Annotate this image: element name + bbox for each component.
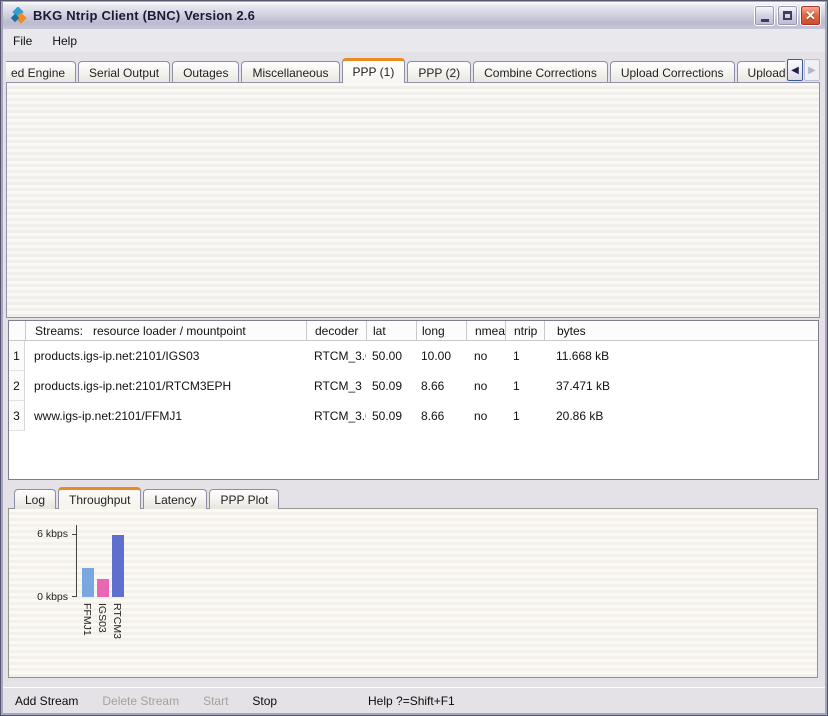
- tab-ppp-plot[interactable]: PPP Plot: [209, 489, 279, 509]
- cell-long: 8.66: [416, 401, 466, 431]
- cell-mountpoint: products.igs-ip.net:2101/IGS03: [25, 341, 306, 371]
- close-icon: ✕: [805, 9, 816, 22]
- streams-table: Streams: resource loader / mountpoint de…: [8, 320, 819, 480]
- add-stream-button[interactable]: Add Stream: [3, 694, 90, 708]
- cell-mountpoint: products.igs-ip.net:2101/RTCM3EPH: [25, 371, 306, 401]
- bar-igs03: [97, 579, 109, 597]
- cell-mountpoint: www.igs-ip.net:2101/FFMJ1: [25, 401, 306, 431]
- header-decoder[interactable]: decoder: [306, 321, 366, 340]
- cell-decoder: RTCM_3.0: [306, 401, 366, 431]
- cell-ntrip: 1: [505, 371, 544, 401]
- row-number: 1: [9, 341, 25, 371]
- cell-nmea: no: [466, 401, 505, 431]
- app-window: BKG Ntrip Client (BNC) Version 2.6 ✕ Fil…: [0, 0, 828, 716]
- minimize-button[interactable]: [754, 5, 775, 26]
- cell-long: 8.66: [416, 371, 466, 401]
- tab-scroll-left-button[interactable]: ◀: [787, 59, 803, 81]
- streams-table-header: Streams: resource loader / mountpoint de…: [9, 321, 818, 341]
- bottom-tabbar: Log Throughput Latency PPP Plot: [14, 487, 281, 509]
- cell-lat: 50.09: [366, 371, 416, 401]
- table-row[interactable]: 1 products.igs-ip.net:2101/IGS03 RTCM_3.…: [9, 341, 818, 371]
- tab-feed-engine[interactable]: ed Engine: [6, 61, 76, 83]
- header-mountpoint[interactable]: Streams: resource loader / mountpoint: [25, 321, 306, 340]
- tab-throughput[interactable]: Throughput: [58, 487, 141, 509]
- xtick-label-rtcm3: RTCM3: [111, 603, 123, 639]
- app-icon: [10, 7, 28, 25]
- cell-long: 10.00: [416, 341, 466, 371]
- tab-ppp-1[interactable]: PPP (1): [342, 58, 406, 83]
- cell-bytes: 37.471 kB: [544, 371, 818, 401]
- cell-bytes: 20.86 kB: [544, 401, 818, 431]
- cell-bytes: 11.668 kB: [544, 341, 818, 371]
- maximize-icon: [783, 11, 792, 20]
- row-number: 2: [9, 371, 25, 401]
- cell-nmea: no: [466, 341, 505, 371]
- window-title: BKG Ntrip Client (BNC) Version 2.6: [33, 8, 754, 23]
- maximize-button[interactable]: [777, 5, 798, 26]
- close-button[interactable]: ✕: [800, 5, 821, 26]
- ppp1-panel: [6, 82, 820, 318]
- tab-upload-ephemeris[interactable]: Upload Ephemeris: [737, 61, 785, 83]
- table-row[interactable]: 3 www.igs-ip.net:2101/FFMJ1 RTCM_3.0 50.…: [9, 401, 818, 431]
- table-row[interactable]: 2 products.igs-ip.net:2101/RTCM3EPH RTCM…: [9, 371, 818, 401]
- cell-lat: 50.09: [366, 401, 416, 431]
- cell-nmea: no: [466, 371, 505, 401]
- help-shortcut-label: Help ?=Shift+F1: [368, 694, 455, 708]
- tab-scroll-buttons: ◀ ▶: [786, 59, 820, 81]
- menubar: File Help: [3, 29, 825, 52]
- titlebar: BKG Ntrip Client (BNC) Version 2.6 ✕: [3, 2, 825, 29]
- tab-miscellaneous[interactable]: Miscellaneous: [241, 61, 339, 83]
- tab-log[interactable]: Log: [14, 489, 56, 509]
- tab-scroll-right-button[interactable]: ▶: [804, 59, 820, 81]
- tab-ppp-2[interactable]: PPP (2): [407, 61, 471, 83]
- header-ntrip[interactable]: ntrip: [505, 321, 544, 340]
- cell-ntrip: 1: [505, 341, 544, 371]
- header-nmea[interactable]: nmea: [466, 321, 505, 340]
- tab-upload-corrections[interactable]: Upload Corrections: [610, 61, 735, 83]
- xtick-label-ffmj1: FFMJ1: [81, 603, 93, 636]
- tab-latency[interactable]: Latency: [143, 489, 207, 509]
- tab-serial-output[interactable]: Serial Output: [78, 61, 170, 83]
- start-button[interactable]: Start: [191, 694, 240, 708]
- menu-help[interactable]: Help: [42, 31, 87, 51]
- tab-combine-corrections[interactable]: Combine Corrections: [473, 61, 608, 83]
- bar-ffmj1: [82, 568, 94, 597]
- header-bytes[interactable]: bytes: [544, 321, 818, 340]
- statusbar: Add Stream Delete Stream Start Stop Help…: [3, 687, 825, 713]
- bars-area: [9, 509, 817, 597]
- main-tabbar: ed Engine Serial Output Outages Miscella…: [6, 58, 785, 83]
- stop-button[interactable]: Stop: [240, 694, 289, 708]
- row-number: 3: [9, 401, 25, 431]
- header-num: [9, 321, 25, 340]
- header-long[interactable]: long: [416, 321, 466, 340]
- minimize-icon: [761, 19, 769, 22]
- cell-ntrip: 1: [505, 401, 544, 431]
- header-lat[interactable]: lat: [366, 321, 416, 340]
- cell-decoder: RTCM_3: [306, 371, 366, 401]
- cell-decoder: RTCM_3.0: [306, 341, 366, 371]
- xtick-label-igs03: IGS03: [96, 603, 108, 633]
- menu-file[interactable]: File: [3, 31, 42, 51]
- throughput-plot: 6 kbps 0 kbps FFMJ1 IGS03 RTCM3: [8, 508, 818, 678]
- tab-outages[interactable]: Outages: [172, 61, 239, 83]
- bar-rtcm3: [112, 535, 124, 597]
- cell-lat: 50.00: [366, 341, 416, 371]
- delete-stream-button[interactable]: Delete Stream: [90, 694, 191, 708]
